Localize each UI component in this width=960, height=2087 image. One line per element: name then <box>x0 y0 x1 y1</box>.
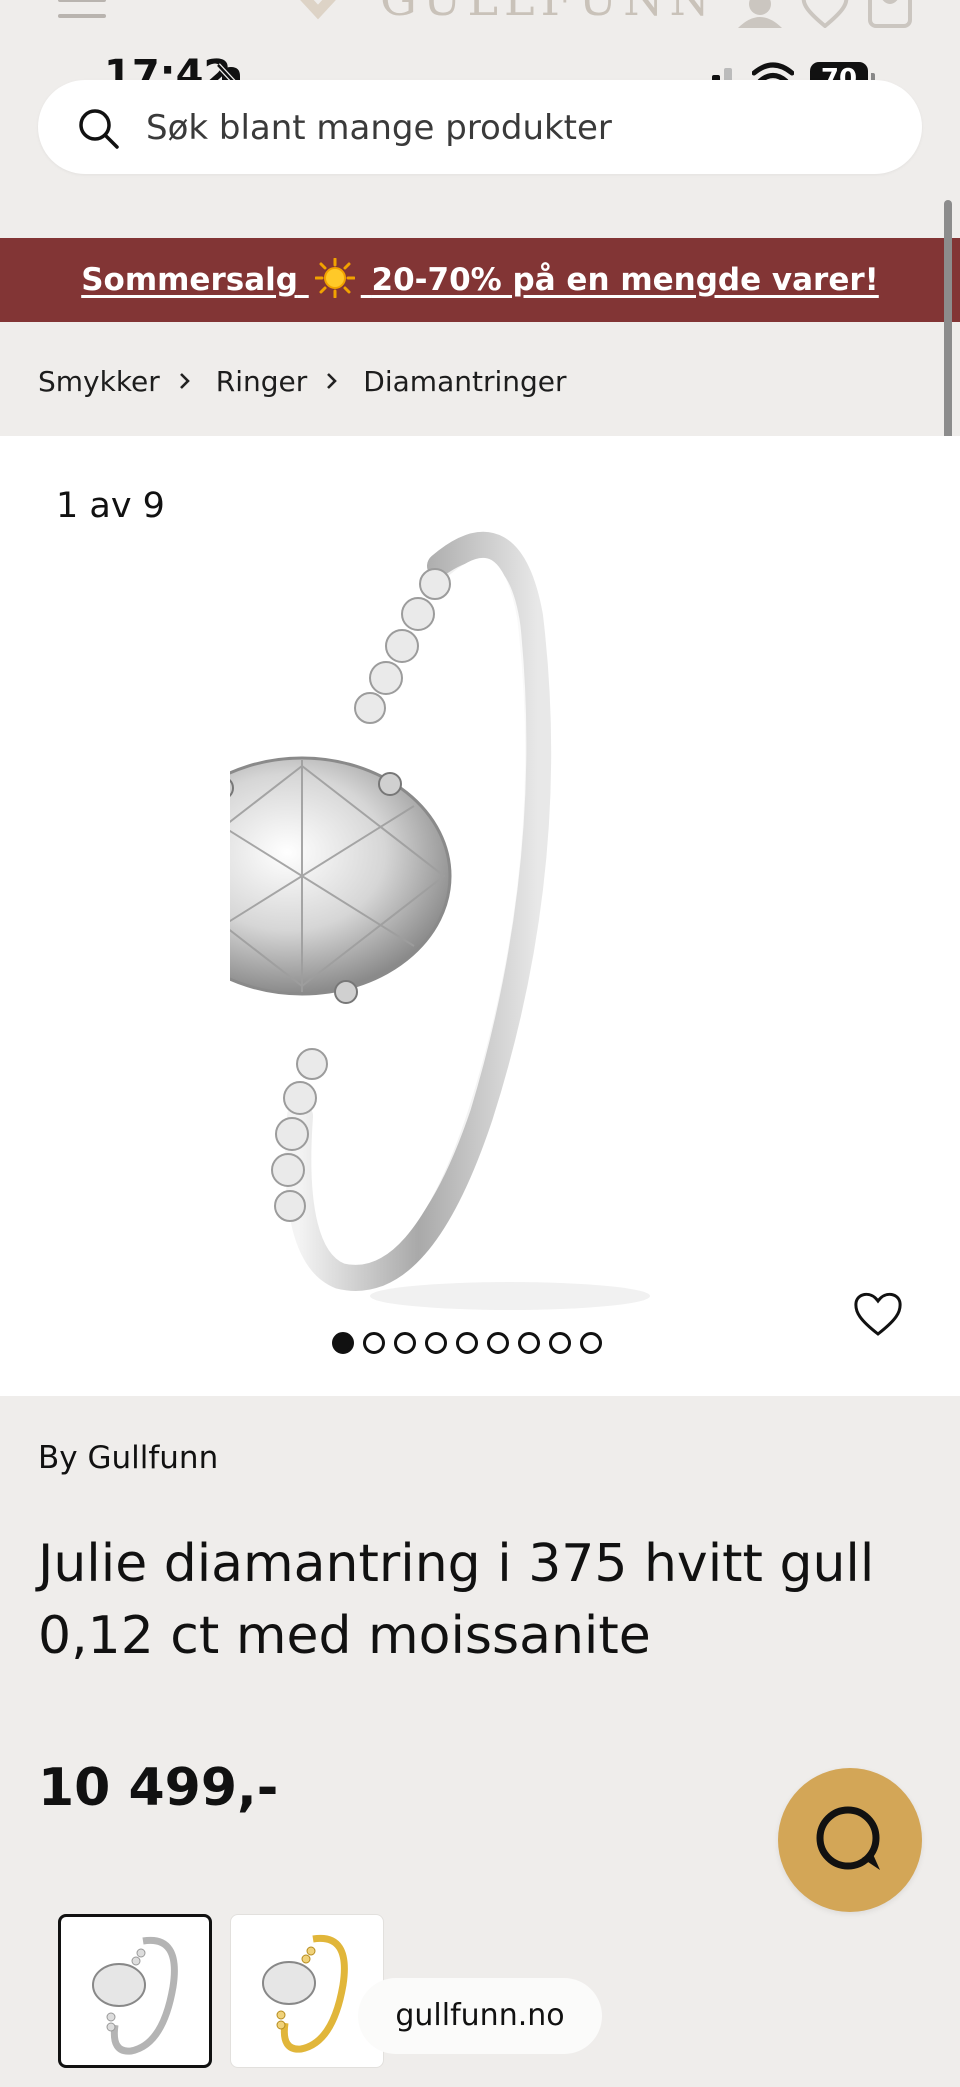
gallery-dot[interactable] <box>580 1332 602 1354</box>
product-gallery[interactable]: 1 av 9 <box>0 436 960 1396</box>
wishlist-heart-icon[interactable] <box>852 1290 904 1338</box>
gallery-dot[interactable] <box>425 1332 447 1354</box>
wishlist-header-icon[interactable] <box>800 0 850 28</box>
promo-text-end: 20-70% på en mengde varer! <box>371 262 879 298</box>
promo-banner: Sommersalg 20-70% på en mengde varer! <box>0 238 960 322</box>
gallery-dot[interactable] <box>363 1332 385 1354</box>
search-bar[interactable] <box>38 80 922 174</box>
browser-url-pill[interactable]: gullfunn.no <box>358 1978 602 2054</box>
gallery-dot[interactable] <box>332 1332 354 1354</box>
promo-link[interactable]: Sommersalg 20-70% på en mengde varer! <box>81 258 879 298</box>
search-icon <box>79 109 119 149</box>
account-icon[interactable] <box>736 0 784 28</box>
ring-thumbnail-white <box>92 1936 178 2055</box>
menu-icon[interactable] <box>58 0 106 24</box>
chat-button[interactable] <box>778 1768 922 1912</box>
image-counter: 1 av 9 <box>56 486 165 526</box>
logo-mark-icon <box>300 0 336 20</box>
promo-text-start: Sommersalg <box>81 262 298 298</box>
product-image-ring[interactable] <box>230 516 730 1316</box>
variant-thumbnail-white-gold[interactable] <box>58 1914 212 2068</box>
product-price: 10 499,- <box>38 1758 279 1818</box>
site-header: GULLFUNN <box>0 0 960 40</box>
logo-text: GULLFUNN <box>380 0 716 26</box>
gallery-dot[interactable] <box>394 1332 416 1354</box>
search-input[interactable] <box>144 100 888 156</box>
breadcrumb-item-diamantringer[interactable]: Diamantringer <box>363 365 566 398</box>
breadcrumb-item-smykker[interactable]: Smykker <box>38 365 160 398</box>
gallery-dot[interactable] <box>487 1332 509 1354</box>
ring-thumbnail-yellow <box>262 1934 348 2053</box>
cart-icon[interactable] <box>866 0 914 28</box>
gallery-dot[interactable] <box>518 1332 540 1354</box>
site-logo[interactable]: GULLFUNN <box>288 0 710 40</box>
gallery-dot[interactable] <box>456 1332 478 1354</box>
gallery-pagination <box>332 1332 611 1360</box>
product-brand[interactable]: By Gullfunn <box>38 1440 218 1476</box>
product-title: Julie diamantring i 375 hvitt gull 0,12 … <box>38 1534 875 1666</box>
sun-icon <box>314 258 355 298</box>
breadcrumb: Smykker Ringer Diamantringer <box>38 356 567 406</box>
chevron-right-icon <box>179 373 190 389</box>
gallery-dot[interactable] <box>549 1332 571 1354</box>
chevron-right-icon <box>327 373 338 389</box>
chat-icon <box>816 1806 880 1870</box>
breadcrumb-item-ringer[interactable]: Ringer <box>216 365 308 398</box>
variant-thumbnail-yellow-gold[interactable] <box>230 1914 384 2068</box>
